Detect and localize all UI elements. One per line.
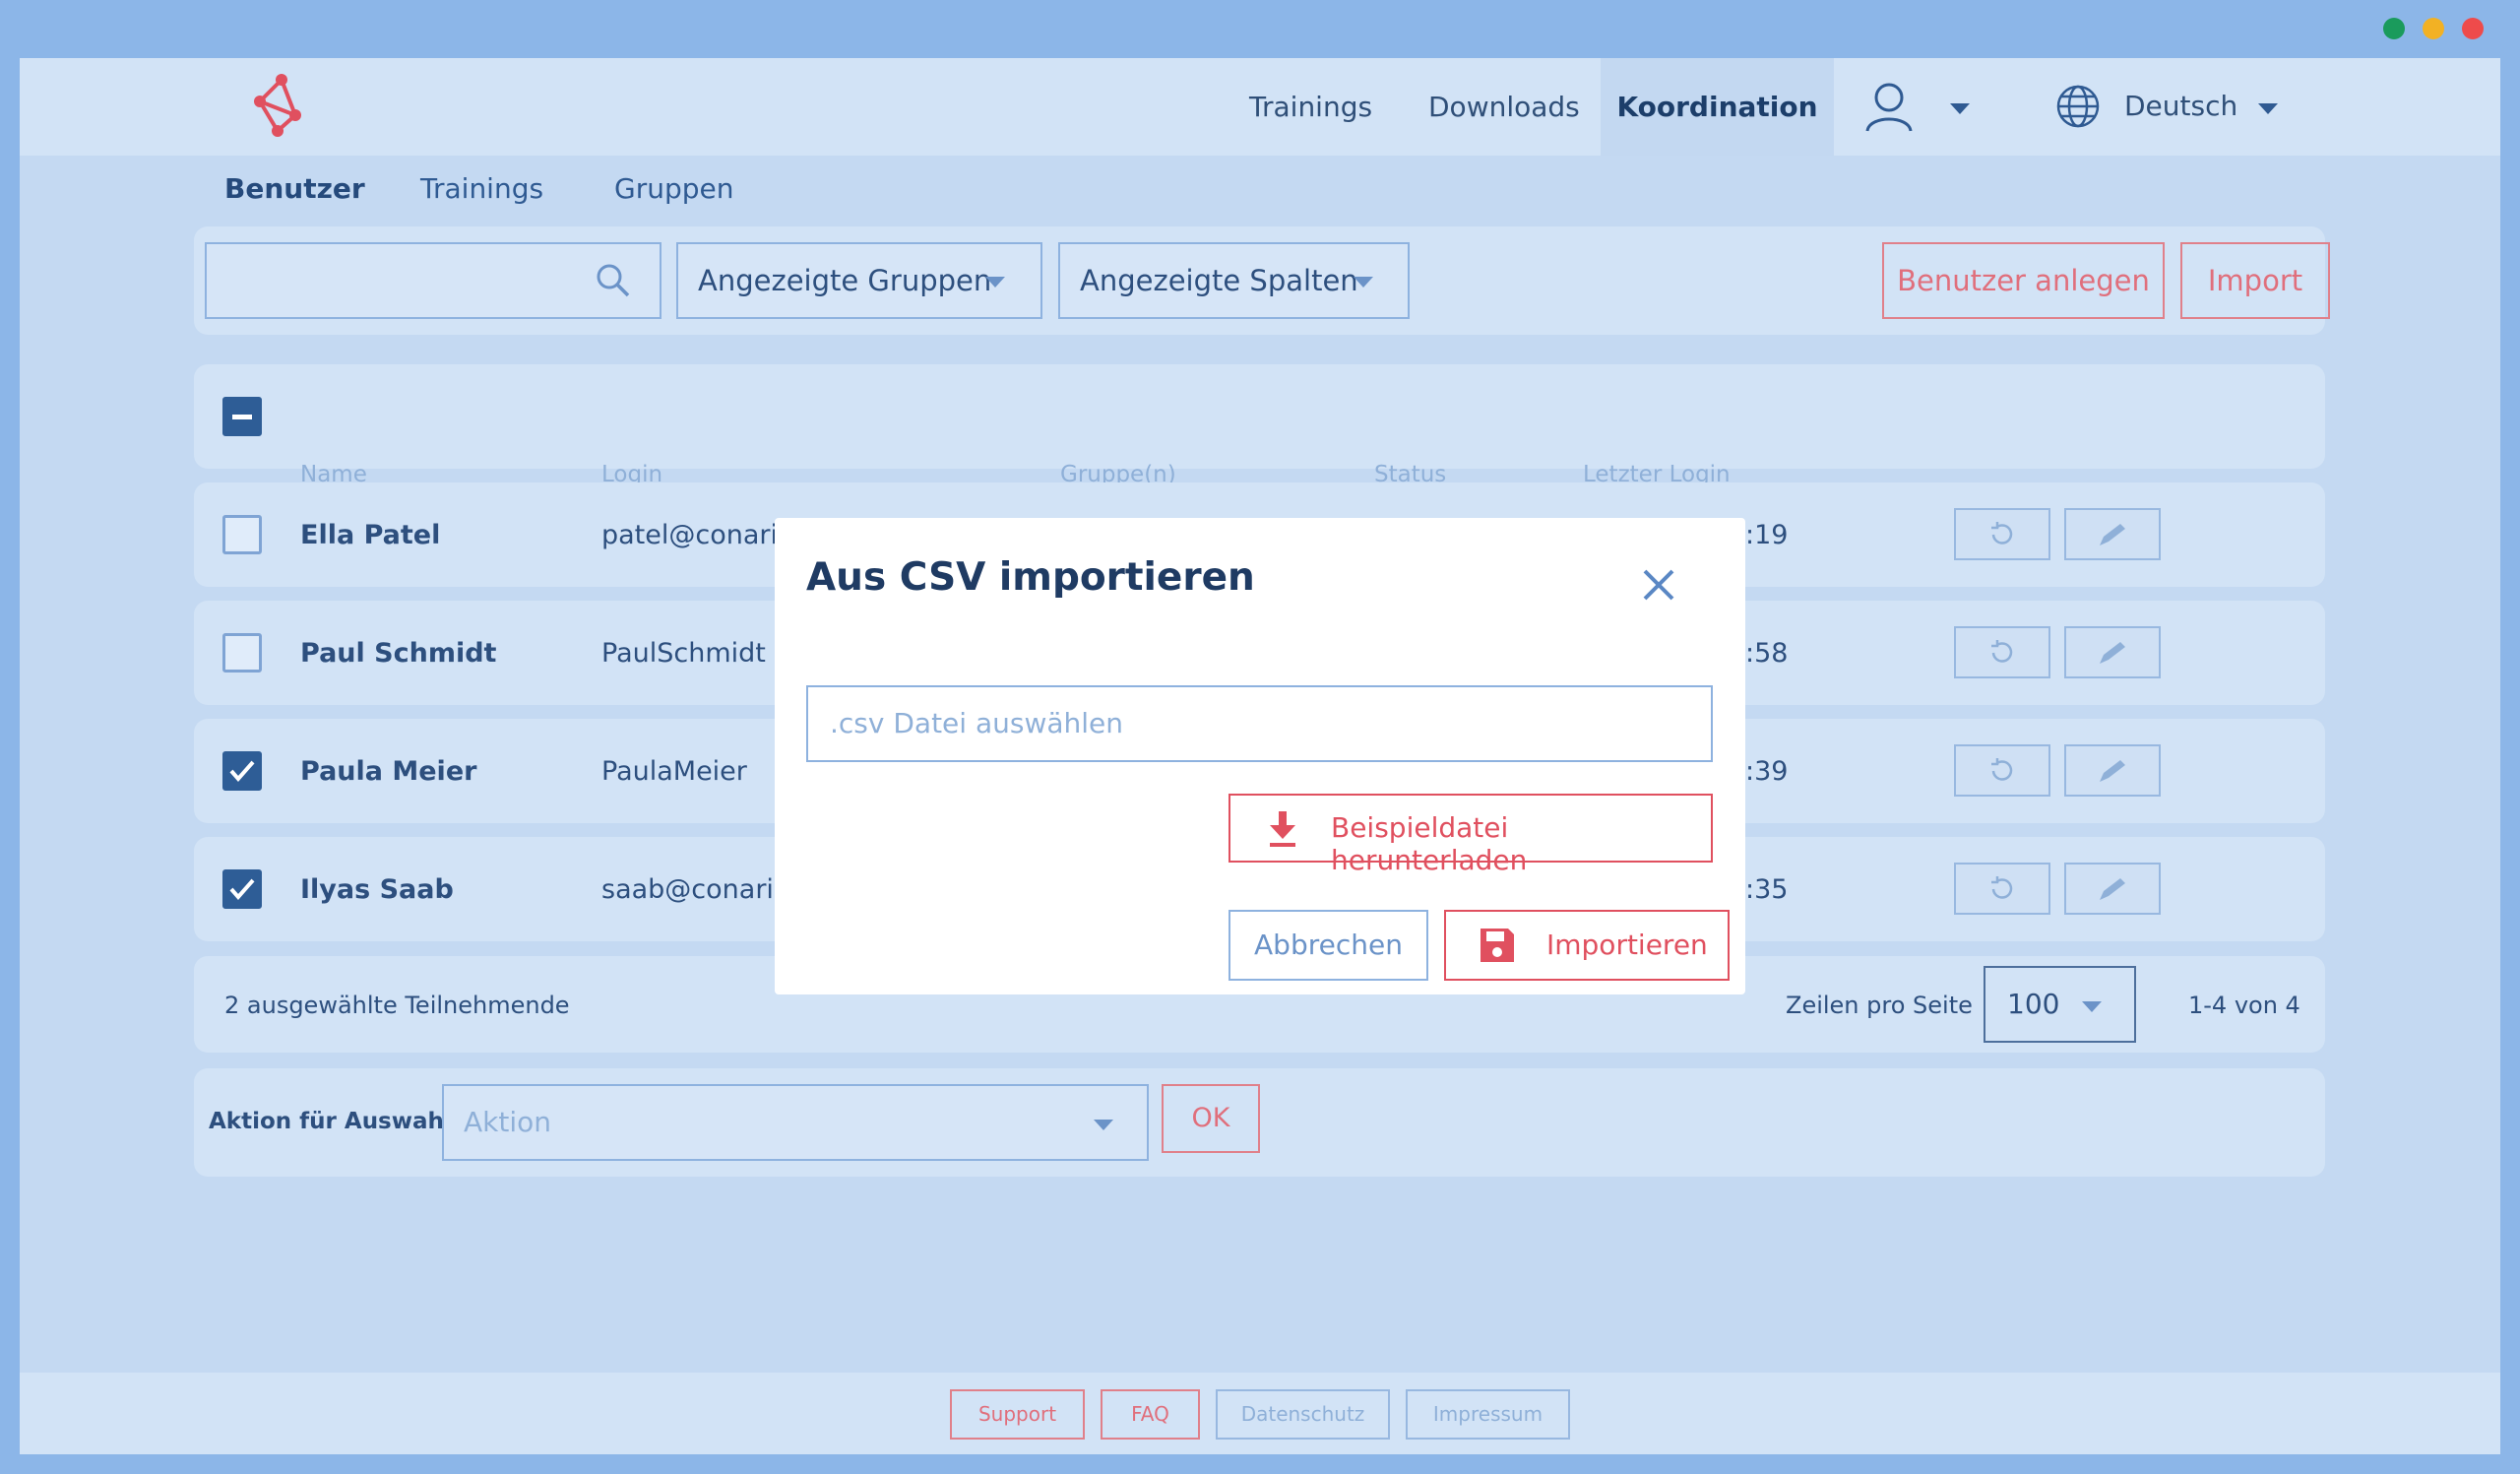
- download-sample-label: Beispieldatei herunterladen: [1331, 811, 1528, 876]
- check-icon: [229, 760, 255, 783]
- selected-count: 2 ausgewählte Teilnehmende: [224, 992, 570, 1019]
- footer-link-support[interactable]: Support: [950, 1389, 1085, 1440]
- user-menu[interactable]: [1863, 80, 1972, 135]
- create-user-button[interactable]: Benutzer anlegen: [1882, 242, 2165, 319]
- reset-button[interactable]: [1954, 626, 2050, 678]
- close-icon[interactable]: [1641, 567, 1676, 603]
- row-checkbox[interactable]: [222, 869, 262, 909]
- edit-button[interactable]: [2064, 744, 2161, 797]
- reset-button[interactable]: [1954, 863, 2050, 915]
- ok-button[interactable]: OK: [1162, 1084, 1260, 1153]
- row-login: PaulSchmidt: [601, 638, 766, 669]
- row-last-login: :35: [1745, 874, 1789, 905]
- row-last-login: :58: [1745, 638, 1789, 669]
- cancel-button[interactable]: Abbrechen: [1228, 910, 1428, 981]
- footer-link-datenschutz[interactable]: Datenschutz: [1216, 1389, 1390, 1440]
- chevron-down-icon: [2082, 1001, 2102, 1012]
- footer-link-impressum[interactable]: Impressum: [1406, 1389, 1570, 1440]
- pencil-icon: [2100, 641, 2125, 664]
- columns-dropdown-label: Angezeigte Spalten: [1080, 264, 1358, 297]
- chevron-down-icon: [985, 277, 1005, 288]
- nav-downloads[interactable]: Downloads: [1428, 58, 1580, 156]
- row-name: Paula Meier: [300, 756, 477, 787]
- check-icon: [229, 878, 255, 901]
- row-checkbox[interactable]: [222, 515, 262, 554]
- chevron-down-icon: [1354, 277, 1373, 288]
- reset-icon: [1991, 757, 2013, 781]
- reset-icon: [1991, 521, 2013, 545]
- save-icon: [1480, 929, 1514, 962]
- bulk-action-label: Aktion für Auswahl:: [209, 1109, 461, 1134]
- window-minimize-dot[interactable]: [2423, 18, 2444, 39]
- tab-trainings[interactable]: Trainings: [420, 172, 543, 205]
- language-label: Deutsch: [2124, 90, 2238, 122]
- row-checkbox[interactable]: [222, 751, 262, 791]
- action-select-placeholder: Aktion: [464, 1106, 552, 1138]
- pencil-icon: [2100, 759, 2125, 782]
- row-login: PaulaMeier: [601, 756, 747, 787]
- row-checkbox[interactable]: [222, 633, 262, 673]
- csv-file-input[interactable]: .csv Datei auswählen: [806, 685, 1713, 762]
- footer-link-faq[interactable]: FAQ: [1101, 1389, 1200, 1440]
- select-all-checkbox[interactable]: [222, 397, 262, 436]
- top-navbar: Trainings Downloads Koordination Deutsch: [20, 58, 2500, 156]
- window-close-dot[interactable]: [2462, 18, 2484, 39]
- search-icon[interactable]: [595, 262, 632, 299]
- row-last-login: :19: [1745, 520, 1789, 550]
- rows-per-page-label: Zeilen pro Seite: [1786, 992, 1973, 1019]
- chevron-down-icon: [2258, 103, 2278, 114]
- groups-dropdown[interactable]: Angezeigte Gruppen: [676, 242, 1042, 319]
- search-input[interactable]: [205, 242, 662, 319]
- user-icon: [1865, 83, 1913, 132]
- csv-file-placeholder: .csv Datei auswählen: [830, 707, 1124, 739]
- nav-trainings[interactable]: Trainings: [1249, 58, 1372, 156]
- row-name: Ella Patel: [300, 520, 441, 550]
- groups-dropdown-label: Angezeigte Gruppen: [698, 264, 992, 297]
- reset-icon: [1991, 875, 2013, 899]
- reset-icon: [1991, 639, 2013, 663]
- tab-gruppen[interactable]: Gruppen: [614, 172, 733, 205]
- columns-dropdown[interactable]: Angezeigte Spalten: [1058, 242, 1410, 319]
- row-name: Paul Schmidt: [300, 638, 497, 669]
- row-name: Ilyas Saab: [300, 874, 454, 905]
- row-last-login: :39: [1745, 756, 1789, 787]
- reset-button[interactable]: [1954, 508, 2050, 560]
- globe-icon: [2056, 85, 2100, 128]
- rows-per-page-value: 100: [2007, 988, 2060, 1020]
- table-header: [194, 364, 2325, 469]
- download-sample-button[interactable]: Beispieldatei herunterladen: [1228, 794, 1713, 876]
- download-icon: [1270, 811, 1295, 847]
- bulk-action-bar: Aktion für Auswahl: Aktion OK: [194, 1068, 2325, 1177]
- tab-benutzer[interactable]: Benutzer: [224, 172, 365, 205]
- pagination-range: 1-4 von 4: [2188, 992, 2300, 1019]
- molecule-logo-icon[interactable]: [246, 70, 315, 141]
- pencil-icon: [2100, 877, 2125, 900]
- csv-import-dialog: Aus CSV importieren .csv Datei auswählen…: [775, 518, 1745, 994]
- reset-button[interactable]: [1954, 744, 2050, 797]
- edit-button[interactable]: [2064, 508, 2161, 560]
- edit-button[interactable]: [2064, 863, 2161, 915]
- toolbar-panel: Angezeigte Gruppen Angezeigte Spalten Be…: [194, 226, 2330, 335]
- language-selector[interactable]: Deutsch: [2055, 84, 2292, 133]
- nav-koordination[interactable]: Koordination: [1601, 58, 1834, 156]
- action-select[interactable]: Aktion: [442, 1084, 1149, 1161]
- chevron-down-icon: [1094, 1120, 1113, 1130]
- chevron-down-icon: [1950, 103, 1970, 114]
- confirm-import-button[interactable]: Importieren: [1444, 910, 1730, 981]
- window-maximize-dot[interactable]: [2383, 18, 2405, 39]
- pencil-icon: [2100, 523, 2125, 545]
- rows-per-page-select[interactable]: 100: [1984, 966, 2136, 1043]
- import-button[interactable]: Import: [2180, 242, 2330, 319]
- confirm-import-label: Importieren: [1546, 929, 1708, 961]
- dialog-title: Aus CSV importieren: [806, 555, 1255, 600]
- edit-button[interactable]: [2064, 626, 2161, 678]
